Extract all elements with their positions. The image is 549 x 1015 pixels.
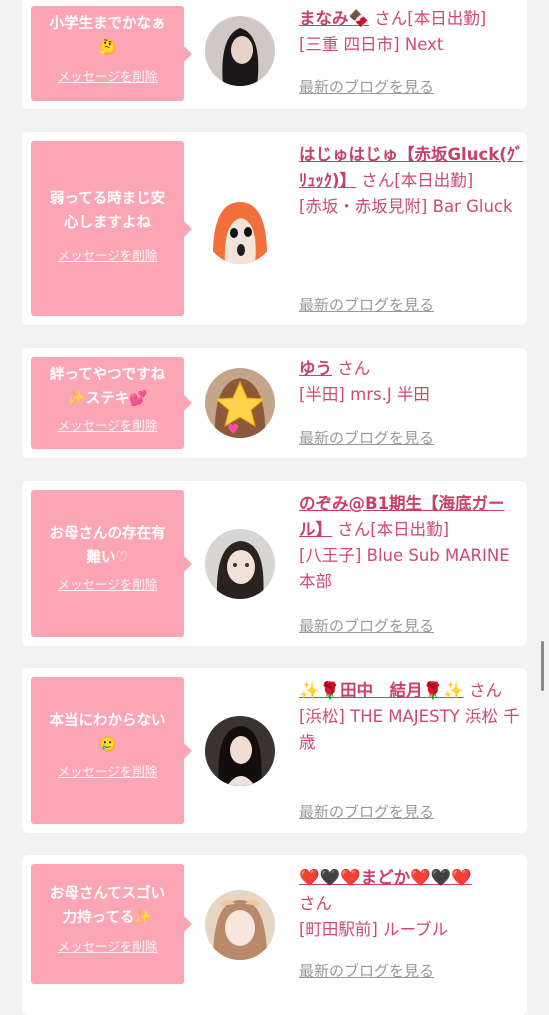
cast-status: さん[本日出勤] [374,9,487,28]
girl-photo-avatar[interactable] [205,529,275,599]
message-card: 絆ってやつですね ✨ステキ💕 メッセージを削除 ♥ ゆう さん [半田] mrs… [22,348,527,458]
message-card: 弱ってる時まじ安 心しますよね メッセージを削除 はじゅはじゅ【赤坂Gluck(… [22,132,527,325]
message-text: 小学生までかなぁ 🤔 [49,16,166,56]
cast-status: さん [337,359,371,378]
message-card: 本当にわからない 🥲 メッセージを削除 ✨🌹田中 結月🌹✨ さん [浜松] TH… [22,668,527,833]
latest-blog-link[interactable]: 最新のブログを見る [299,427,434,448]
cast-info: ❤️🖤❤️まどか❤️🖤❤️ さん [町田駅前] ルーブル [299,865,524,943]
cast-status: さん[本日出勤] [361,171,474,190]
message-text: 本当にわからない 🥲 [49,713,166,753]
svg-text:♥: ♥ [227,422,240,438]
cast-info: ゆう さん [半田] mrs.J 半田 [299,356,524,408]
girl-photo-avatar[interactable] [205,716,275,786]
latest-blog-link[interactable]: 最新のブログを見る [299,801,434,822]
cast-info: ✨🌹田中 結月🌹✨ さん [浜松] THE MAJESTY 浜松 千歳 [299,678,524,756]
cast-status: さん[本日出勤] [337,520,450,539]
cartoon-avatar[interactable] [205,194,275,264]
cast-status: さん [468,681,502,700]
cast-name-link[interactable]: ゆう [299,359,332,378]
cast-info: まなみ🍫 さん[本日出勤] [三重 四日市] Next [299,6,524,58]
message-text: お母さんてスゴい 力持ってる✨ [49,886,166,926]
message-bubble: お母さんてスゴい 力持ってる✨ メッセージを削除 [31,864,192,984]
cast-name-link[interactable]: ❤️🖤❤️まどか❤️🖤❤️ [299,868,472,887]
latest-blog-link[interactable]: 最新のブログを見る [299,294,434,315]
cast-status: さん [299,894,332,913]
shop-info: [三重 四日市] Next [299,35,444,54]
cast-name-link[interactable]: ✨🌹田中 結月🌹✨ [299,681,464,700]
message-card: お母さんの存在有 難い♡ メッセージを削除 のぞみ@B1期生【海底ガール】 さん… [22,481,527,646]
delete-message-link[interactable]: メッセージを削除 [31,761,184,780]
delete-message-link[interactable]: メッセージを削除 [31,574,184,593]
message-bubble: 小学生までかなぁ 🤔 メッセージを削除 [31,6,192,101]
star-covered-avatar[interactable]: ♥ [205,368,275,438]
message-card: お母さんてスゴい 力持ってる✨ メッセージを削除 ❤️🖤❤️まどか❤️🖤❤️ さ… [22,855,527,1015]
message-bubble: 本当にわからない 🥲 メッセージを削除 [31,677,192,824]
message-bubble: お母さんの存在有 難い♡ メッセージを削除 [31,490,192,637]
cast-name-link[interactable]: まなみ🍫 [299,9,369,28]
shop-info: [半田] mrs.J 半田 [299,385,430,404]
delete-message-link[interactable]: メッセージを削除 [31,245,184,264]
latest-blog-link[interactable]: 最新のブログを見る [299,76,434,97]
shop-info: [赤坂・赤坂見附] Bar Gluck [299,197,513,216]
shop-info: [八王子] Blue Sub MARINE 本部 [299,546,510,591]
shop-info: [浜松] THE MAJESTY 浜松 千歳 [299,707,520,752]
cast-info: はじゅはじゅ【赤坂Gluck(ｸﾞﾘｭｯｸ)】 さん[本日出勤] [赤坂・赤坂見… [299,142,524,220]
message-card: 小学生までかなぁ 🤔 メッセージを削除 まなみ🍫 さん[本日出勤] [三重 四日… [22,0,527,109]
message-text: お母さんの存在有 難い♡ [49,526,166,566]
cast-info: のぞみ@B1期生【海底ガール】 さん[本日出勤] [八王子] Blue Sub … [299,491,524,595]
latest-blog-link[interactable]: 最新のブログを見る [299,615,434,636]
delete-message-link[interactable]: メッセージを削除 [31,936,184,955]
message-text: 絆ってやつですね ✨ステキ💕 [49,367,166,407]
message-bubble: 絆ってやつですね ✨ステキ💕 メッセージを削除 [31,357,192,449]
message-text: 弱ってる時まじ安 心しますよね [49,191,166,231]
scrollbar-thumb[interactable] [541,641,544,691]
girl-photo-avatar[interactable] [205,890,275,960]
girl-photo-avatar[interactable] [205,16,275,86]
delete-message-link[interactable]: メッセージを削除 [31,415,184,434]
shop-info: [町田駅前] ルーブル [299,920,449,939]
message-bubble: 弱ってる時まじ安 心しますよね メッセージを削除 [31,141,192,316]
latest-blog-link[interactable]: 最新のブログを見る [299,960,434,981]
delete-message-link[interactable]: メッセージを削除 [31,66,184,85]
